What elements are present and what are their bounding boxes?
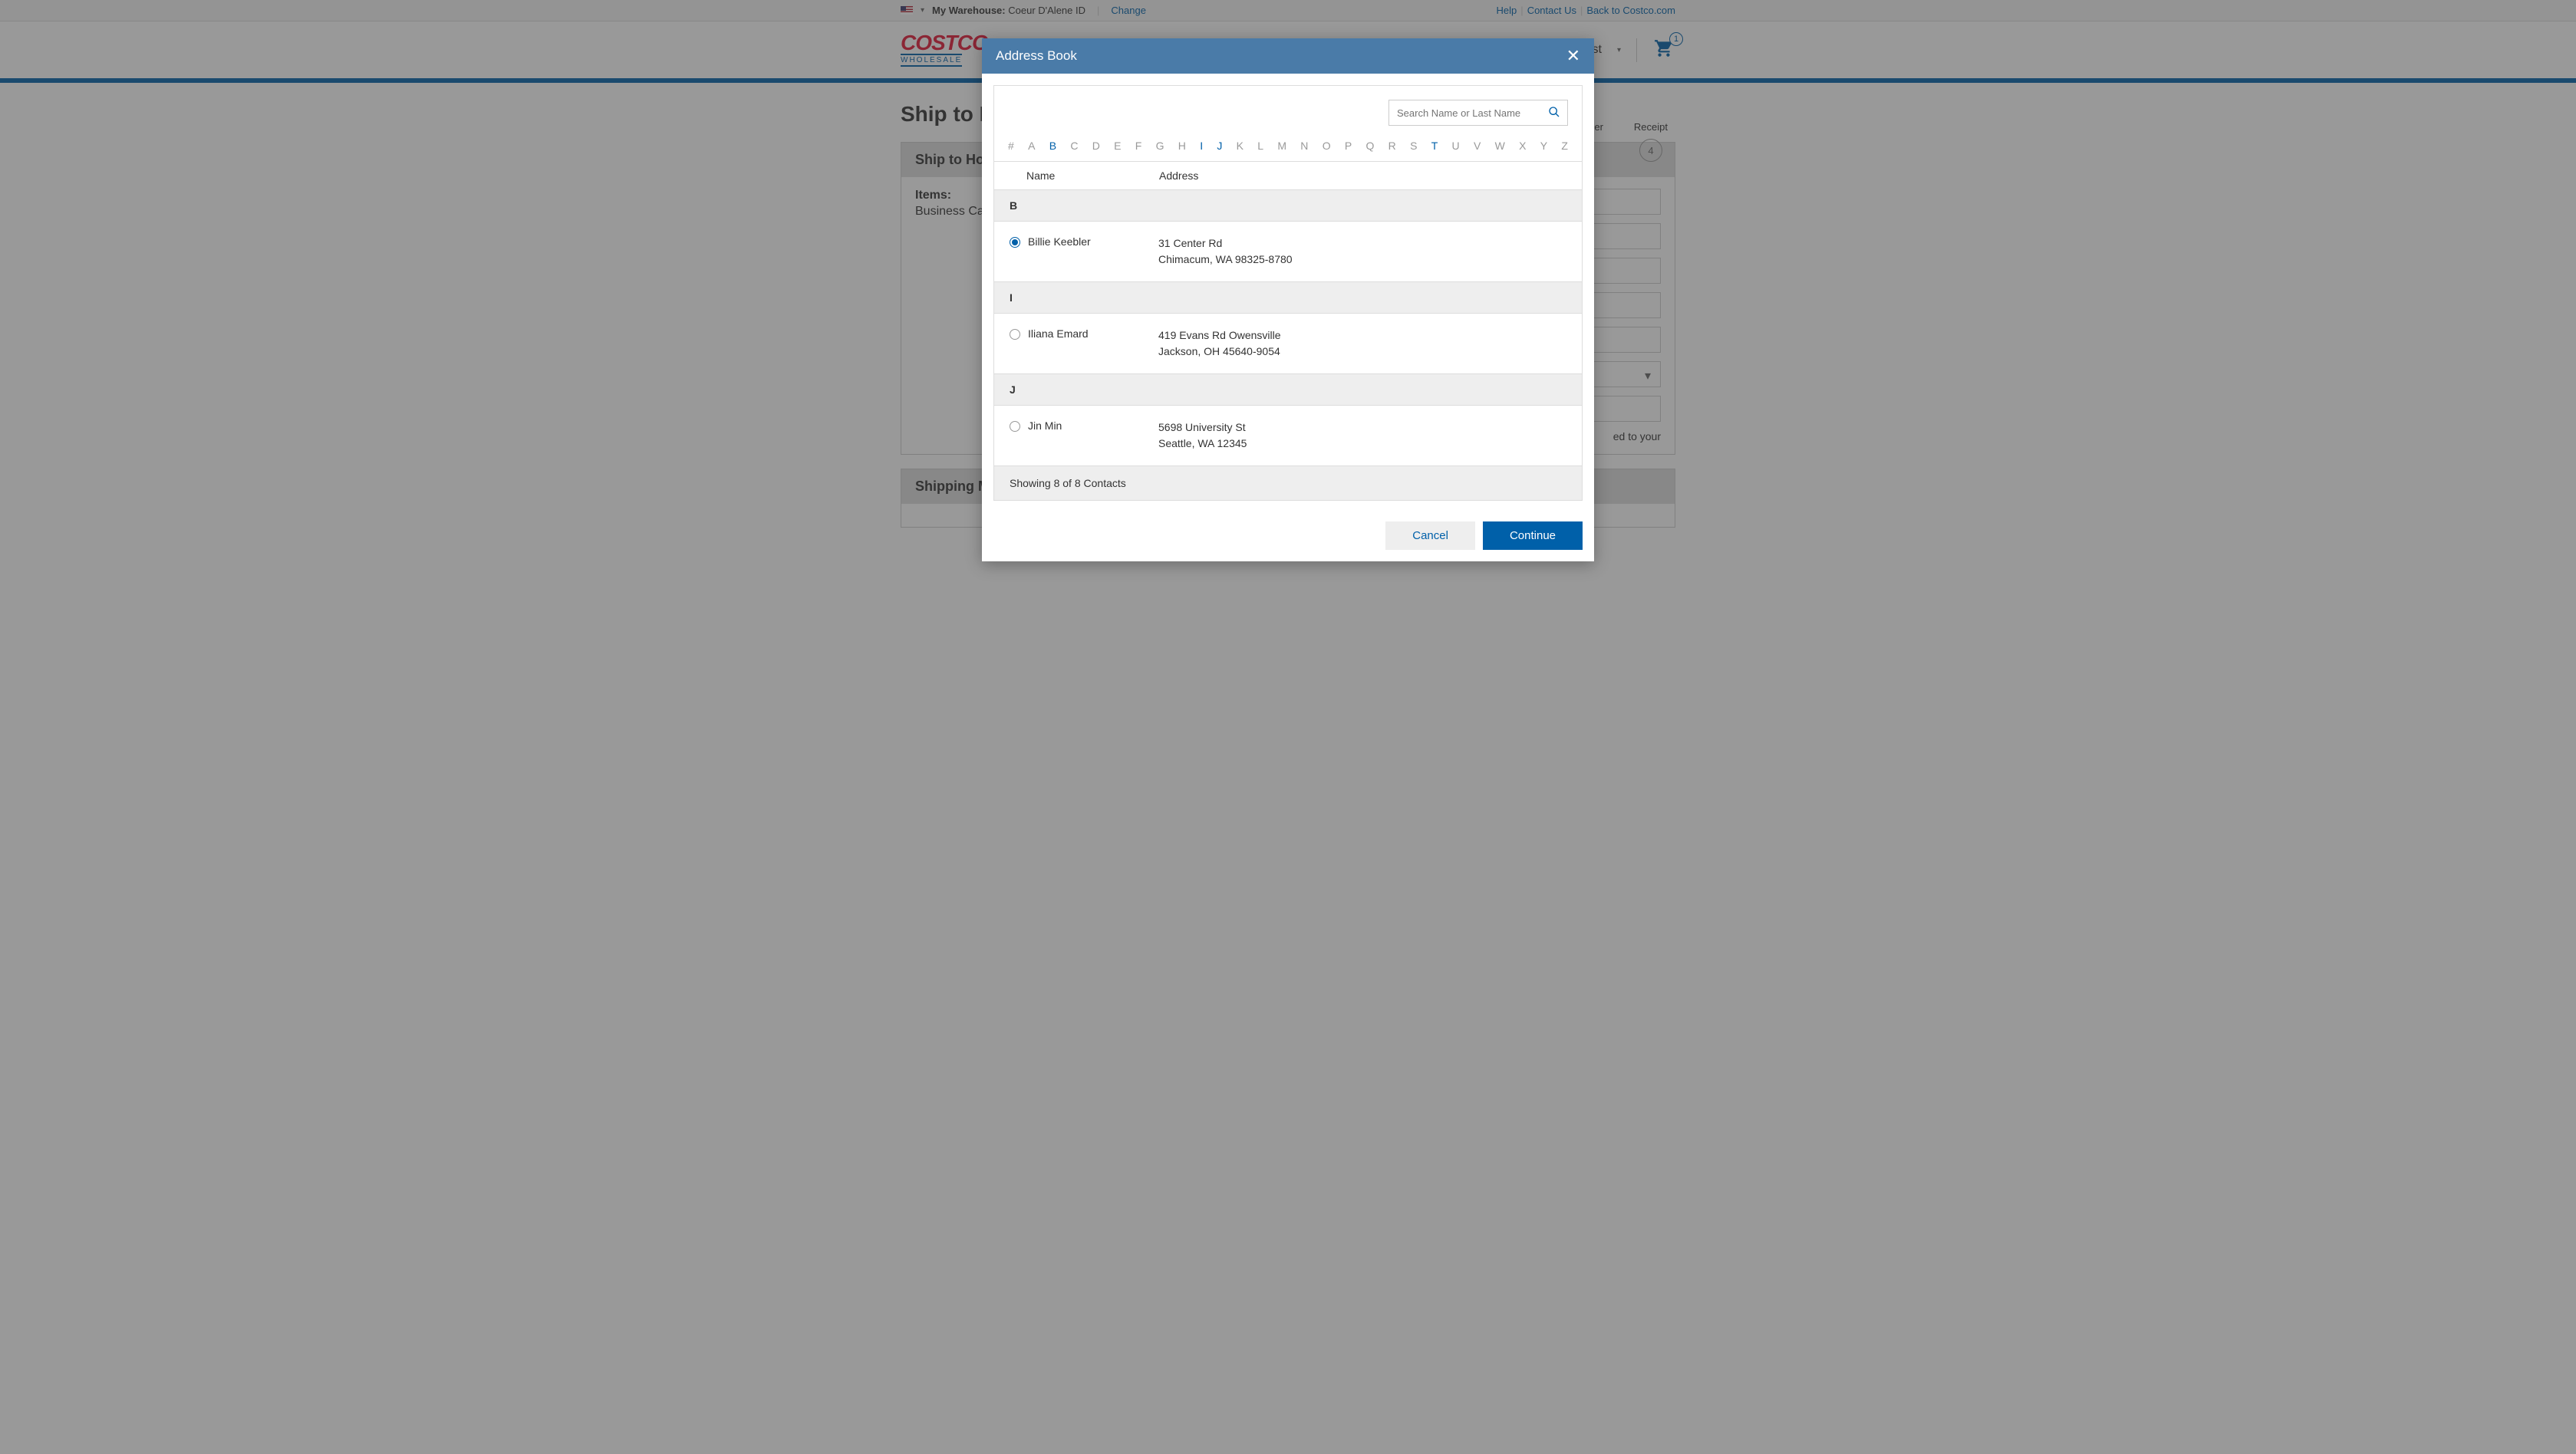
radio-button[interactable] — [1010, 237, 1020, 248]
alpha-M: M — [1277, 140, 1286, 152]
showing-count: Showing 8 of 8 Contacts — [994, 465, 1582, 500]
alpha-J[interactable]: J — [1217, 140, 1222, 152]
modal-title: Address Book — [996, 48, 1077, 64]
close-icon[interactable]: ✕ — [1566, 46, 1580, 66]
contact-name: Billie Keebler — [1028, 235, 1158, 248]
contact-row[interactable]: Iliana Emard419 Evans Rd OwensvilleJacks… — [994, 313, 1582, 373]
contact-row[interactable]: Jin Min5698 University StSeattle, WA 123… — [994, 405, 1582, 465]
alpha-R: R — [1388, 140, 1396, 152]
alpha-W: W — [1495, 140, 1505, 152]
contact-name: Iliana Emard — [1028, 327, 1158, 340]
contact-address: 5698 University StSeattle, WA 12345 — [1158, 419, 1247, 452]
alpha-U: U — [1452, 140, 1460, 152]
alpha-D: D — [1092, 140, 1100, 152]
alpha-S: S — [1410, 140, 1417, 152]
section-letter: J — [994, 373, 1582, 405]
alpha-A: A — [1028, 140, 1035, 152]
alpha-#: # — [1008, 140, 1014, 152]
alpha-V: V — [1474, 140, 1481, 152]
alpha-P: P — [1345, 140, 1352, 152]
contact-name: Jin Min — [1028, 419, 1158, 432]
alpha-Q: Q — [1366, 140, 1375, 152]
search-icon[interactable] — [1548, 106, 1560, 122]
alpha-Y: Y — [1540, 140, 1547, 152]
alpha-Z: Z — [1561, 140, 1568, 152]
alpha-N: N — [1300, 140, 1308, 152]
alpha-B[interactable]: B — [1049, 140, 1056, 152]
alpha-K: K — [1237, 140, 1244, 152]
contact-row[interactable]: Billie Keebler31 Center RdChimacum, WA 9… — [994, 221, 1582, 281]
alpha-L: L — [1257, 140, 1263, 152]
col-address-header: Address — [1159, 169, 1566, 182]
contact-address: 31 Center RdChimacum, WA 98325-8780 — [1158, 235, 1293, 268]
col-name-header: Name — [1010, 169, 1159, 182]
alpha-E: E — [1114, 140, 1121, 152]
continue-button[interactable]: Continue — [1483, 521, 1583, 550]
alpha-I[interactable]: I — [1200, 140, 1203, 152]
alpha-G: G — [1156, 140, 1164, 152]
radio-button[interactable] — [1010, 421, 1020, 432]
alpha-X: X — [1519, 140, 1526, 152]
alpha-O: O — [1323, 140, 1331, 152]
cancel-button[interactable]: Cancel — [1385, 521, 1475, 550]
search-input[interactable] — [1388, 100, 1568, 126]
alpha-H: H — [1178, 140, 1186, 152]
alpha-index: # A B C D E F G H I J K L M N O P Q R S T U V W X Y Z — [994, 140, 1582, 161]
radio-button[interactable] — [1010, 329, 1020, 340]
address-book-modal: Address Book ✕ # A B C D E F G H I J K L M N O P Q R S T U V W X… — [982, 38, 1594, 561]
alpha-C: C — [1070, 140, 1078, 152]
alpha-T[interactable]: T — [1431, 140, 1438, 152]
contact-address: 419 Evans Rd OwensvilleJackson, OH 45640… — [1158, 327, 1281, 360]
section-letter: I — [994, 281, 1582, 313]
alpha-F: F — [1135, 140, 1142, 152]
section-letter: B — [994, 189, 1582, 221]
